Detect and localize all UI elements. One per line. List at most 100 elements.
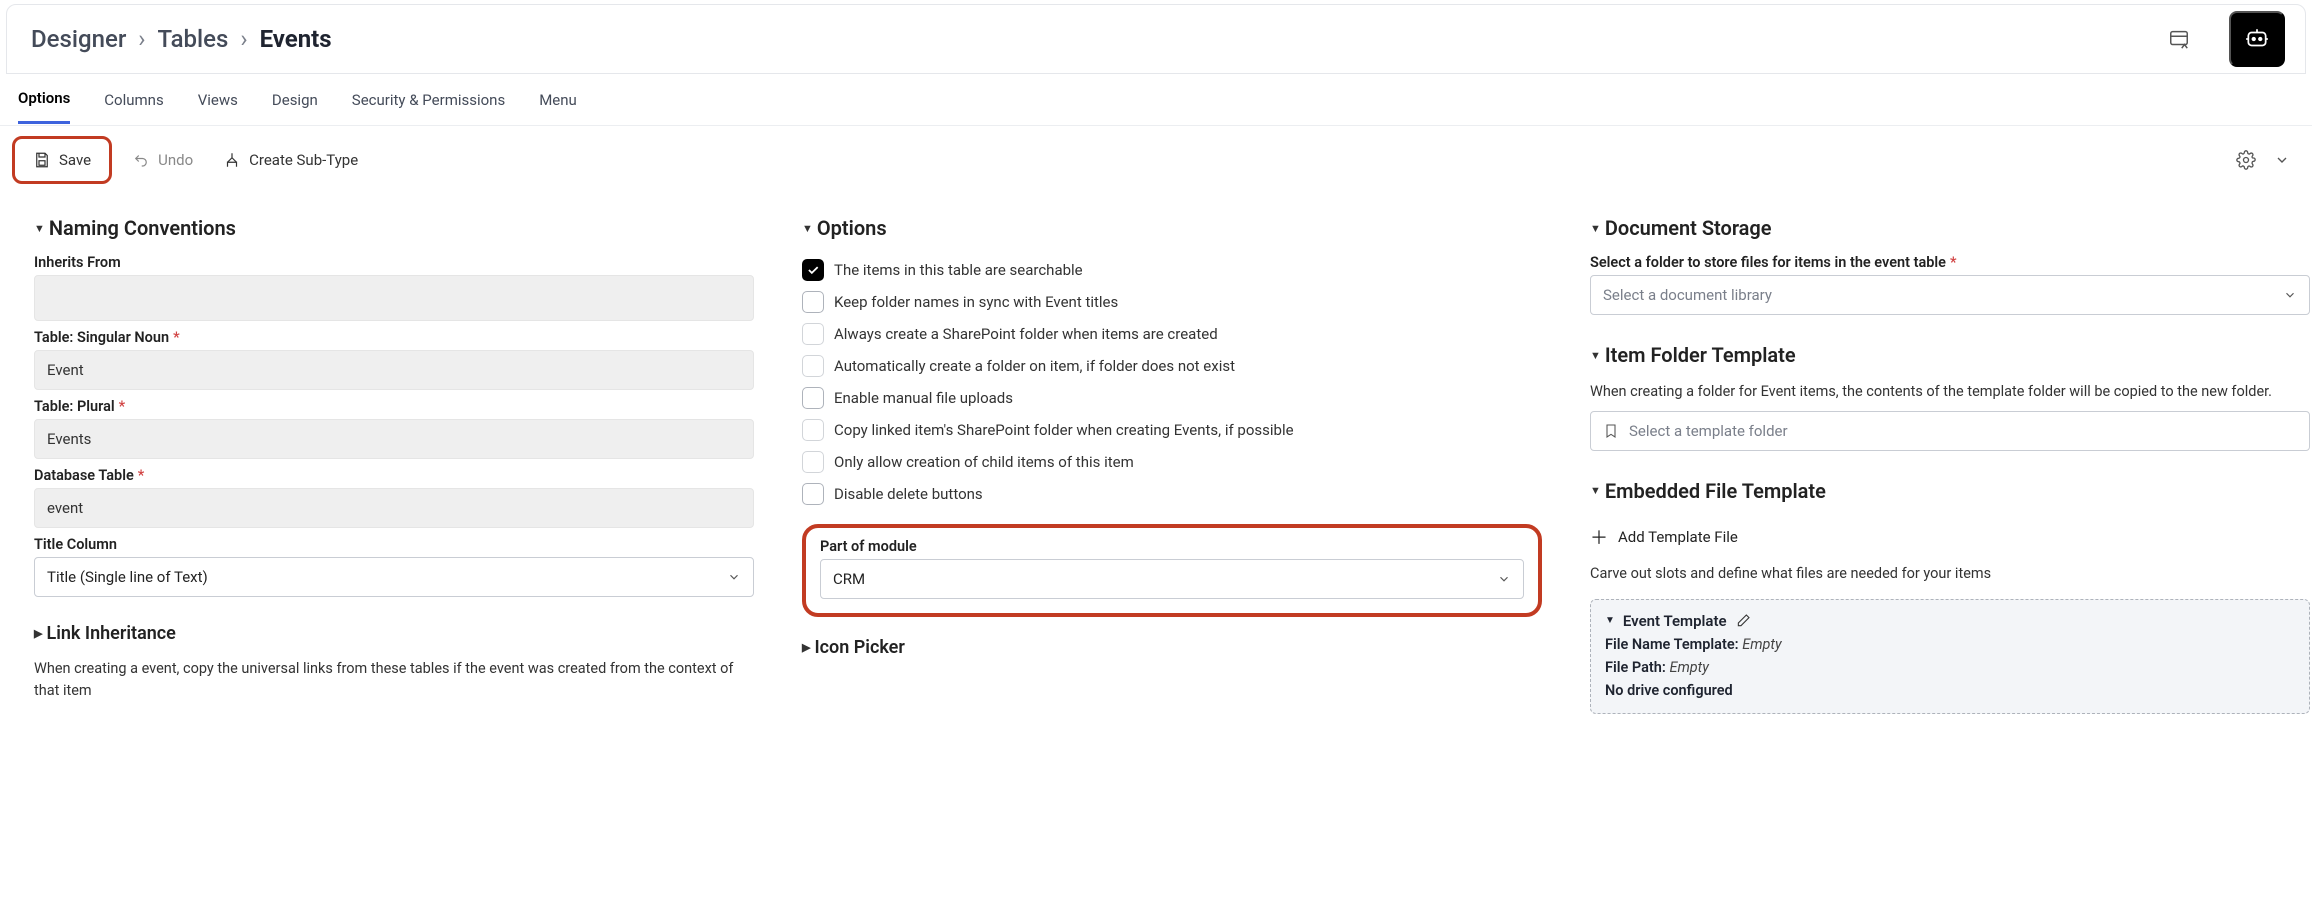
part-of-module-select[interactable]: CRM — [820, 559, 1524, 599]
section-title-text: Link Inheritance — [46, 623, 175, 644]
option-label: Automatically create a folder on item, i… — [834, 357, 1235, 375]
label-text: No drive configured — [1605, 682, 1733, 699]
section-naming-conventions[interactable]: ▼ Naming Conventions — [34, 216, 754, 240]
section-title-text: Options — [817, 216, 887, 240]
tab-options[interactable]: Options — [18, 75, 70, 124]
option-child-items-only[interactable]: Only allow creation of child items of th… — [802, 446, 1542, 478]
checkbox-icon — [802, 419, 824, 441]
plus-icon: ＋ — [1590, 524, 1608, 550]
option-disable-delete[interactable]: Disable delete buttons — [802, 478, 1542, 510]
edit-icon[interactable] — [1735, 613, 1751, 629]
header-bar: Designer › Tables › Events — [6, 4, 2306, 74]
undo-icon — [132, 151, 150, 169]
undo-button[interactable]: Undo — [122, 143, 203, 177]
tab-menu[interactable]: Menu — [539, 77, 577, 123]
no-drive-line: No drive configured — [1605, 682, 2295, 699]
required-asterisk: * — [138, 467, 145, 484]
option-searchable[interactable]: The items in this table are searchable — [802, 254, 1542, 286]
select-value: CRM — [833, 570, 865, 588]
triangle-right-icon: ▶ — [34, 627, 42, 640]
section-options[interactable]: ▼ Options — [802, 216, 1542, 240]
chevron-right-icon: › — [240, 25, 247, 53]
title-column-label: Title Column — [34, 536, 754, 553]
option-sync-folder-names[interactable]: Keep folder names in sync with Event tit… — [802, 286, 1542, 318]
tab-columns[interactable]: Columns — [104, 77, 163, 123]
document-library-select[interactable]: Select a document library — [1590, 275, 2310, 315]
panel-icon-button[interactable] — [2159, 19, 2199, 59]
part-of-module-label: Part of module — [820, 538, 1524, 555]
button-label: Add Template File — [1618, 528, 1738, 546]
bookmark-icon — [1603, 423, 1619, 439]
required-asterisk: * — [119, 398, 126, 415]
breadcrumb-root[interactable]: Designer — [31, 25, 126, 53]
option-label: Disable delete buttons — [834, 485, 983, 503]
option-label: Copy linked item's SharePoint folder whe… — [834, 421, 1294, 439]
required-asterisk: * — [173, 329, 180, 346]
template-folder-select[interactable]: Select a template folder — [1590, 411, 2310, 451]
section-embedded-file-template[interactable]: ▼ Embedded File Template — [1590, 479, 2310, 503]
chevron-down-icon — [727, 570, 741, 584]
label-text: Database Table — [34, 467, 134, 484]
label-text: Select a folder to store files for items… — [1590, 254, 1946, 271]
checkbox-icon[interactable] — [802, 387, 824, 409]
option-label: Always create a SharePoint folder when i… — [834, 325, 1218, 343]
part-of-module-highlight: Part of module CRM — [802, 524, 1542, 617]
section-title-text: Document Storage — [1605, 216, 1772, 240]
header-actions — [2159, 11, 2285, 67]
plural-label: Table: Plural* — [34, 398, 754, 415]
link-inheritance-desc: When creating a event, copy the universa… — [34, 658, 754, 702]
file-path-line: File Path: Empty — [1605, 659, 2295, 676]
option-copy-linked-folder[interactable]: Copy linked item's SharePoint folder whe… — [802, 414, 1542, 446]
triangle-right-icon: ▶ — [802, 641, 810, 654]
section-item-folder-template[interactable]: ▼ Item Folder Template — [1590, 343, 2310, 367]
save-button[interactable]: Save — [23, 143, 101, 177]
create-subtype-label: Create Sub-Type — [249, 151, 358, 169]
triangle-down-icon: ▼ — [34, 222, 45, 235]
chevron-down-icon[interactable] — [2274, 152, 2290, 168]
option-manual-upload[interactable]: Enable manual file uploads — [802, 382, 1542, 414]
checkbox-icon[interactable] — [802, 291, 824, 313]
tab-views[interactable]: Views — [198, 77, 238, 123]
section-icon-picker[interactable]: ▶ Icon Picker — [802, 637, 1542, 658]
event-template-header[interactable]: ▼ Event Template — [1605, 612, 2295, 630]
db-table-input — [34, 488, 754, 528]
option-label: Enable manual file uploads — [834, 389, 1013, 407]
section-link-inheritance[interactable]: ▶ Link Inheritance — [34, 623, 754, 644]
plural-input — [34, 419, 754, 459]
select-placeholder: Select a document library — [1603, 286, 1772, 304]
undo-button-label: Undo — [158, 151, 193, 169]
option-auto-create-folder[interactable]: Automatically create a folder on item, i… — [802, 350, 1542, 382]
inherits-from-label: Inherits From — [34, 254, 754, 271]
section-document-storage[interactable]: ▼ Document Storage — [1590, 216, 2310, 240]
column-naming: ▼ Naming Conventions Inherits From Table… — [34, 194, 754, 714]
triangle-down-icon: ▼ — [1605, 615, 1615, 626]
chevron-down-icon — [1497, 572, 1511, 586]
checkbox-icon[interactable] — [802, 483, 824, 505]
checkbox-checked-icon[interactable] — [802, 259, 824, 281]
tab-design[interactable]: Design — [272, 77, 318, 123]
inherits-from-input — [34, 275, 754, 321]
embedded-desc: Carve out slots and define what files ar… — [1590, 563, 2310, 585]
save-button-label: Save — [59, 151, 91, 169]
db-table-label: Database Table* — [34, 467, 754, 484]
title-column-select[interactable]: Title (Single line of Text) — [34, 557, 754, 597]
section-title-text: Naming Conventions — [49, 216, 236, 240]
ai-assistant-button[interactable] — [2229, 11, 2285, 67]
content-area: ▼ Naming Conventions Inherits From Table… — [0, 194, 2312, 734]
label-text: File Name Template: — [1605, 636, 1739, 653]
toolbar-right — [2226, 140, 2298, 180]
tab-security[interactable]: Security & Permissions — [352, 77, 505, 123]
settings-button[interactable] — [2226, 140, 2266, 180]
section-title-text: Icon Picker — [814, 637, 904, 658]
singular-noun-label: Table: Singular Noun* — [34, 329, 754, 346]
section-title-text: Item Folder Template — [1605, 343, 1796, 367]
create-subtype-button[interactable]: Create Sub-Type — [213, 143, 368, 177]
breadcrumb-section[interactable]: Tables — [158, 25, 229, 53]
column-options: ▼ Options The items in this table are se… — [802, 194, 1542, 714]
option-always-create-folder[interactable]: Always create a SharePoint folder when i… — [802, 318, 1542, 350]
chevron-right-icon: › — [138, 25, 145, 53]
add-template-file-button[interactable]: ＋ Add Template File — [1590, 517, 2310, 557]
label-text: File Path: — [1605, 659, 1666, 676]
gear-icon — [2236, 150, 2256, 170]
breadcrumb: Designer › Tables › Events — [31, 25, 332, 53]
